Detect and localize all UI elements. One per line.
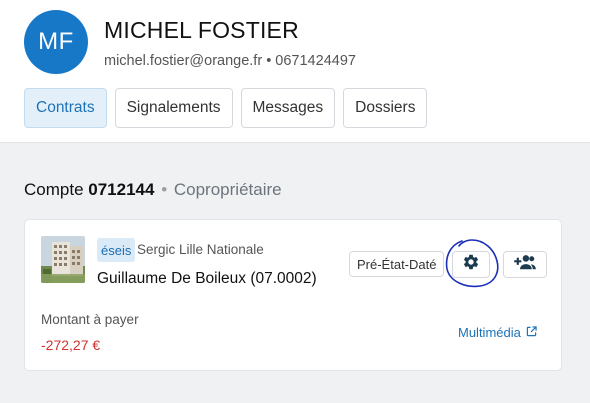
agency-badge: éseis	[97, 238, 136, 262]
tab-contrats[interactable]: Contrats	[24, 88, 107, 128]
user-contact: michel.fostier@orange.fr • 0671424497	[104, 53, 356, 69]
account-role: Copropriétaire	[173, 180, 282, 199]
person-add-icon	[513, 253, 537, 276]
multimedia-link[interactable]: Multimédia	[458, 325, 537, 340]
account-prefix: Compte	[24, 180, 84, 199]
building-thumbnail	[41, 236, 85, 283]
owner-name: Guillaume De Boileux (07.0002)	[97, 270, 317, 287]
account-separator: •	[161, 180, 168, 199]
avatar: MF	[24, 10, 88, 74]
multimedia-label: Multimédia	[458, 325, 521, 340]
add-person-button[interactable]	[503, 251, 547, 278]
settings-button[interactable]	[452, 251, 490, 278]
external-link-icon	[526, 325, 537, 340]
user-name: MICHEL FOSTIER	[104, 17, 299, 43]
contracts-panel: Compte 0712144 • Copropriétaire éseis Se…	[0, 142, 590, 403]
gear-icon	[462, 253, 480, 276]
tab-signalements[interactable]: Signalements	[114, 88, 233, 128]
tab-dossiers[interactable]: Dossiers	[343, 88, 428, 128]
tab-bar: Contrats Signalements Messages Dossiers	[24, 88, 428, 128]
pre-etat-date-button[interactable]: Pré-État-Daté	[349, 251, 445, 277]
tab-messages[interactable]: Messages	[240, 88, 336, 128]
contract-card: éseis Sergic Lille Nationale Guillaume D…	[24, 219, 562, 371]
amount-value: -272,27 €	[41, 337, 101, 353]
account-title: Compte 0712144 • Copropriétaire	[24, 180, 282, 200]
account-number: 0712144	[88, 180, 155, 199]
profile-header: MF MICHEL FOSTIER michel.fostier@orange.…	[0, 0, 590, 142]
agency-name: Sergic Lille Nationale	[137, 242, 264, 257]
amount-label: Montant à payer	[41, 312, 139, 327]
